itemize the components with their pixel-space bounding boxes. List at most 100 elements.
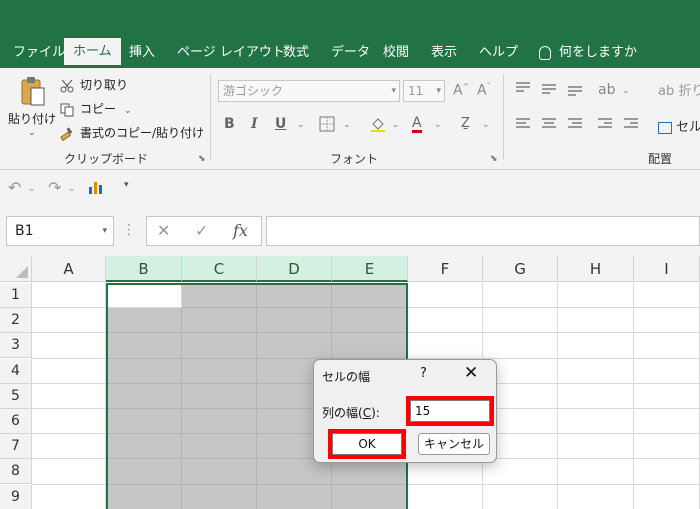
bold-button[interactable]: B <box>224 116 235 132</box>
tab-insert[interactable]: 挿入 <box>120 38 164 68</box>
borders-dropdown-icon[interactable]: ⌄ <box>343 120 351 130</box>
grid-cell[interactable] <box>634 283 700 309</box>
row-header[interactable]: 4 <box>0 358 32 384</box>
grid-cell[interactable] <box>257 333 332 359</box>
enter-entry-icon[interactable]: ✓ <box>195 221 208 240</box>
grid-cell[interactable] <box>483 283 558 309</box>
active-cell[interactable] <box>106 283 182 309</box>
underline-button[interactable]: U <box>275 116 286 132</box>
drag-handle-icon[interactable]: ⋮ <box>122 222 136 238</box>
orientation-icon[interactable]: ab <box>598 82 615 98</box>
redo-dropdown-icon[interactable]: ⌄ <box>68 184 76 194</box>
align-center-icon[interactable] <box>542 118 556 130</box>
align-top-icon[interactable] <box>516 82 530 94</box>
grow-font-button[interactable]: A^ <box>453 82 469 99</box>
tab-home[interactable]: ホーム <box>64 38 121 68</box>
help-button[interactable]: ? <box>420 366 427 381</box>
grid-cell[interactable] <box>634 308 700 334</box>
align-left-icon[interactable] <box>516 118 530 130</box>
align-right-icon[interactable] <box>568 118 582 130</box>
close-button[interactable]: ✕ <box>464 363 478 383</box>
column-header[interactable]: I <box>634 256 700 282</box>
grid-cell[interactable] <box>32 333 106 359</box>
grid-cell[interactable] <box>182 409 257 435</box>
grid-cell[interactable] <box>32 484 106 509</box>
column-width-input[interactable] <box>406 396 494 426</box>
row-header[interactable]: 7 <box>0 434 32 460</box>
decrease-indent-icon[interactable] <box>598 118 612 130</box>
font-launcher-icon[interactable]: ⬊ <box>490 154 498 164</box>
grid-cell[interactable] <box>106 383 182 409</box>
grid-cell[interactable] <box>558 484 634 509</box>
grid-cell[interactable] <box>32 308 106 334</box>
grid-cell[interactable] <box>32 283 106 309</box>
phonetic-dropdown-icon[interactable]: ⌄ <box>482 120 490 130</box>
formula-input[interactable] <box>266 216 700 246</box>
grid-cell[interactable] <box>182 383 257 409</box>
fill-color-icon[interactable] <box>370 116 386 132</box>
tab-help[interactable]: ヘルプ <box>470 38 527 68</box>
grid-cell[interactable] <box>106 434 182 460</box>
row-header[interactable]: 3 <box>0 333 32 359</box>
grid-cell[interactable] <box>106 484 182 509</box>
grid-cell[interactable] <box>558 308 634 334</box>
grid-cell[interactable] <box>182 434 257 460</box>
grid-cell[interactable] <box>332 308 408 334</box>
grid-cell[interactable] <box>182 358 257 384</box>
merge-center-button[interactable]: セル <box>658 116 700 135</box>
grid-cell[interactable] <box>558 333 634 359</box>
row-header[interactable]: 5 <box>0 383 32 409</box>
column-header[interactable]: E <box>332 256 408 282</box>
grid-cell[interactable] <box>558 283 634 309</box>
wrap-text-button[interactable]: ab 折り <box>658 80 700 99</box>
grid-cell[interactable] <box>106 409 182 435</box>
grid-cell[interactable] <box>483 308 558 334</box>
grid-cell[interactable] <box>332 333 408 359</box>
name-box[interactable]: B1 ▾ <box>6 216 114 246</box>
grid-cell[interactable] <box>106 308 182 334</box>
column-header[interactable]: F <box>408 256 483 282</box>
row-header[interactable]: 2 <box>0 308 32 334</box>
column-header[interactable]: C <box>182 256 257 282</box>
grid-cell[interactable] <box>558 409 634 435</box>
cut-button[interactable]: 切り取り <box>60 76 128 93</box>
grid-cell[interactable] <box>257 459 332 485</box>
grid-cell[interactable] <box>182 283 257 309</box>
grid-cell[interactable] <box>558 459 634 485</box>
grid-cell[interactable] <box>332 484 408 509</box>
grid-cell[interactable] <box>558 358 634 384</box>
grid-cell[interactable] <box>257 283 332 309</box>
grid-cell[interactable] <box>106 358 182 384</box>
font-name-select[interactable]: 游ゴシック ▾ <box>218 80 400 102</box>
grid-cell[interactable] <box>32 383 106 409</box>
copy-button[interactable]: コピー ⌄ <box>60 100 132 117</box>
font-color-dropdown-icon[interactable]: ⌄ <box>434 120 442 130</box>
grid-cell[interactable] <box>408 283 483 309</box>
column-header[interactable]: D <box>257 256 332 282</box>
borders-icon[interactable] <box>319 116 335 132</box>
grid-cell[interactable] <box>408 333 483 359</box>
column-header[interactable]: H <box>558 256 634 282</box>
undo-icon[interactable]: ↶ <box>8 178 21 197</box>
grid-cell[interactable] <box>32 459 106 485</box>
row-header[interactable]: 9 <box>0 484 32 509</box>
grid-cell[interactable] <box>483 333 558 359</box>
grid-cell[interactable] <box>182 308 257 334</box>
shrink-font-button[interactable]: Aˇ <box>477 82 491 99</box>
italic-button[interactable]: I <box>251 116 258 132</box>
grid-cell[interactable] <box>106 459 182 485</box>
row-header[interactable]: 8 <box>0 459 32 485</box>
column-header[interactable]: G <box>483 256 558 282</box>
grid-cell[interactable] <box>558 383 634 409</box>
grid-cell[interactable] <box>408 308 483 334</box>
phonetic-guide-icon[interactable]: Ẕ <box>461 116 470 131</box>
customize-qat-icon[interactable]: ▾ <box>124 180 129 190</box>
grid-cell[interactable] <box>483 459 558 485</box>
grid-cell[interactable] <box>32 358 106 384</box>
grid-cell[interactable] <box>408 459 483 485</box>
paste-icon[interactable] <box>20 76 46 108</box>
grid-cell[interactable] <box>634 409 700 435</box>
clipboard-launcher-icon[interactable]: ⬊ <box>198 154 206 164</box>
grid-cell[interactable] <box>634 333 700 359</box>
grid-cell[interactable] <box>634 383 700 409</box>
